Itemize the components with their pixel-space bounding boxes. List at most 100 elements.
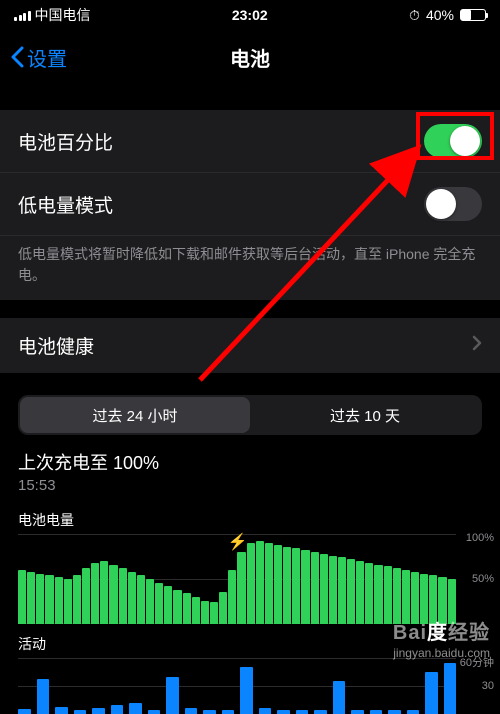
watermark-brand: Bai度经验 [393,620,490,646]
bar [100,561,108,624]
tab-past-24h[interactable]: 过去 24 小时 [20,397,250,433]
bar [192,597,200,624]
watermark-url: jingyan.baidu.com [393,646,490,662]
bar [411,572,419,624]
bar [36,574,44,624]
activity-chart: 60分钟 30 [0,658,500,714]
axis-label-50: 50% [472,573,494,585]
bar [283,547,291,624]
bar [183,593,191,624]
bar [109,565,117,624]
row-label: 低电量模式 [18,191,113,218]
bar [429,575,437,624]
bar [45,575,53,624]
last-charge-block: 上次充电至 100% 15:53 [0,435,500,500]
bar [388,710,401,714]
bar [128,572,136,624]
bar [333,681,346,714]
bar [91,563,99,624]
carrier-label: 中国电信 [35,5,91,25]
bar [448,579,456,624]
bar [407,710,420,714]
bar [119,568,127,624]
bar [203,710,216,714]
bar [240,667,253,714]
page-title: 电池 [230,43,270,72]
bar [425,672,438,714]
bar [311,552,319,624]
back-label: 设置 [27,43,67,72]
bar [384,566,392,624]
bar [210,602,218,624]
bar [73,575,81,625]
bar [351,710,364,714]
nav-bar: 设置 电池 [0,30,500,84]
bar [329,556,337,624]
bar [74,710,87,714]
bar [222,710,235,714]
bar [18,709,31,714]
bar [247,543,255,624]
back-button[interactable]: 设置 [10,43,67,72]
bar [338,557,346,624]
charging-icon: ⚡ [228,532,248,552]
bar [18,570,26,624]
bar [370,710,383,714]
battery-percent: 40% [426,7,454,23]
row-label: 电池健康 [18,332,94,359]
tab-past-10d[interactable]: 过去 10 天 [250,397,480,433]
bar [393,568,401,624]
bar [111,705,124,714]
bar [201,601,209,624]
bar [265,543,273,624]
bar [402,570,410,624]
battery-percentage-row[interactable]: 电池百分比 [0,110,500,173]
bar [164,586,172,624]
bar [296,710,309,714]
bar [219,592,227,624]
bar [27,572,35,624]
bar [365,563,373,624]
bar [356,561,364,624]
battery-level-chart: 100% 50% ⚡ [0,534,500,624]
bar [259,708,272,714]
status-right: ⏱ 40% [409,7,486,24]
battery-percentage-toggle[interactable] [424,124,482,158]
bar [166,677,179,714]
bar [148,710,161,714]
bar [92,708,105,714]
bar [314,710,327,714]
settings-section-1: 电池百分比 低电量模式 低电量模式将暂时降低如下载和邮件获取等后台活动，直至 i… [0,110,500,300]
axis-label-100: 100% [466,532,494,544]
signal-icon [14,9,31,21]
bar [173,590,181,624]
last-charge-time: 15:53 [18,477,482,494]
bar [129,703,142,714]
settings-section-2: 电池健康 [0,318,500,373]
time-range-segmented[interactable]: 过去 24 小时 过去 10 天 [18,395,482,435]
bar [292,548,300,624]
bar [438,577,446,624]
bar [320,554,328,624]
bar [444,663,457,714]
bar [228,570,236,624]
bar [237,552,245,624]
bar [64,579,72,624]
bar [185,708,198,714]
bar [155,583,163,624]
low-power-footer: 低电量模式将暂时降低如下载和邮件获取等后台活动，直至 iPhone 完全充电。 [0,236,500,300]
last-charge-title: 上次充电至 100% [18,449,482,475]
bar [301,550,309,624]
bar [347,559,355,624]
bar [146,579,154,624]
bar [277,710,290,714]
low-power-mode-row[interactable]: 低电量模式 [0,173,500,236]
low-power-toggle[interactable] [424,187,482,221]
battery-level-header: 电池电量 [0,500,500,534]
bar [420,574,428,624]
chevron-left-icon [10,46,24,68]
clock: 23:02 [232,7,268,23]
bar [55,577,63,624]
battery-health-row[interactable]: 电池健康 [0,318,500,373]
watermark: Bai度经验 jingyan.baidu.com [393,620,490,662]
